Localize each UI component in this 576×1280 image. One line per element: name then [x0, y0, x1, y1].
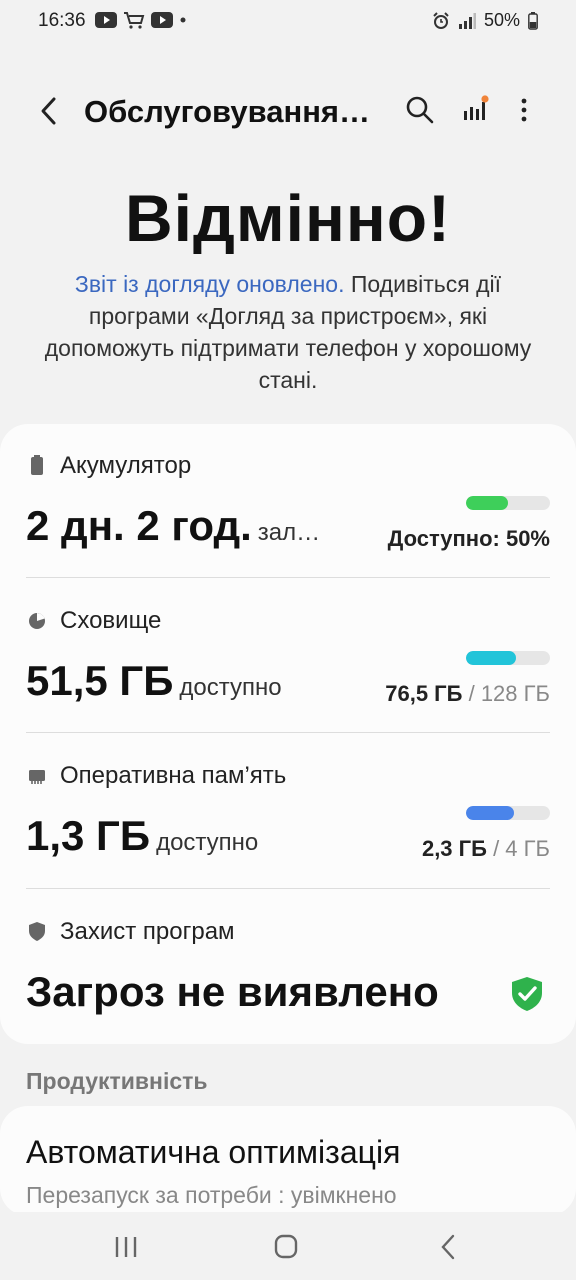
- storage-total: / 128 ГБ: [468, 681, 550, 706]
- hero-description: Звіт із догляду оновлено. Подивіться дії…: [30, 268, 546, 396]
- battery-bar: [466, 496, 550, 510]
- battery-bar-fill: [466, 496, 508, 510]
- productivity-header: Продуктивність: [26, 1068, 208, 1094]
- ram-bar: [466, 806, 550, 820]
- home-icon[interactable]: [266, 1230, 306, 1264]
- storage-value: 51,5 ГБ доступно: [26, 657, 282, 705]
- back-arrow-icon[interactable]: [34, 94, 66, 128]
- storage-available: 51,5 ГБ: [26, 657, 174, 704]
- shield-icon: [29, 922, 45, 941]
- cart-icon: [124, 12, 145, 29]
- battery-label: Акумулятор: [60, 452, 192, 479]
- alarm-icon: [433, 11, 449, 29]
- battery-status-text: Доступно: 50%: [387, 526, 550, 551]
- battery-icon: [31, 455, 43, 475]
- battery-suffix: зал…: [257, 519, 321, 546]
- status-headline: Відмінно!: [124, 181, 452, 255]
- navigation-bar: [0, 1212, 576, 1280]
- ram-usage: 2,3 ГБ / 4 ГБ: [422, 836, 550, 862]
- protection-label: Захист програм: [60, 918, 235, 945]
- auto-optimization-card[interactable]: Автоматична оптимізація Перезапуск за по…: [0, 1106, 576, 1216]
- protection-status: Загроз не виявлено: [26, 968, 439, 1015]
- storage-section[interactable]: Сховище 51,5 ГБ доступно 76,5 ГБ / 128 ГБ: [26, 607, 550, 735]
- signal-icon: [458, 12, 476, 29]
- divider: [26, 732, 550, 733]
- auto-optimization-subtitle: Перезапуск за потреби : увімкнено: [26, 1182, 397, 1208]
- recent-apps-icon[interactable]: [106, 1230, 146, 1264]
- battery-time: 2 дн. 2 год.: [26, 502, 252, 549]
- back-icon[interactable]: [428, 1230, 468, 1264]
- storage-bar-fill: [466, 651, 517, 665]
- youtube-icon: [151, 12, 173, 28]
- ram-available: 1,3 ГБ: [26, 812, 151, 859]
- ram-total: / 4 ГБ: [493, 836, 550, 861]
- storage-pie-icon: [29, 613, 45, 629]
- protection-section[interactable]: Захист програм Загроз не виявлено: [26, 918, 550, 1028]
- youtube-icon: [95, 12, 117, 28]
- ram-bar-fill: [466, 806, 514, 820]
- status-bar: 16:36 50%: [0, 0, 576, 42]
- ram-suffix: доступно: [156, 829, 259, 856]
- ram-section[interactable]: Оперативна пам’ять 1,3 ГБ доступно 2,3 ГБ…: [26, 762, 550, 890]
- battery-percent: 50%: [483, 10, 520, 30]
- report-link[interactable]: Звіт із догляду оновлено.: [75, 271, 345, 297]
- storage-usage: 76,5 ГБ / 128 ГБ: [385, 681, 550, 707]
- report-icon[interactable]: [460, 94, 492, 126]
- battery-status: Доступно: 50%: [388, 526, 550, 552]
- status-time: 16:36: [38, 10, 86, 31]
- ram-used: 2,3 ГБ: [421, 836, 487, 861]
- dot-icon: [180, 17, 186, 23]
- shield-check-icon: [512, 977, 542, 1011]
- hero-section: Відмінно!: [0, 180, 576, 256]
- memory-chip-icon: [29, 770, 45, 784]
- storage-used: 76,5 ГБ: [385, 681, 463, 706]
- divider: [26, 888, 550, 889]
- battery-icon: [528, 11, 538, 30]
- auto-optimization-title: Автоматична оптимізація: [26, 1134, 401, 1170]
- storage-suffix: доступно: [179, 674, 282, 701]
- search-icon[interactable]: [404, 94, 436, 126]
- more-options-icon[interactable]: [508, 94, 540, 126]
- status-right: 50%: [432, 10, 538, 31]
- ram-value: 1,3 ГБ доступно: [26, 812, 258, 860]
- page-title: Обслуговування…: [84, 94, 371, 129]
- storage-bar: [466, 651, 550, 665]
- battery-section[interactable]: Акумулятор 2 дн. 2 год. зал… Доступно: 50…: [26, 452, 550, 580]
- ram-label: Оперативна пам’ять: [60, 762, 287, 789]
- app-bar: Обслуговування…: [0, 80, 576, 144]
- device-status-card: Акумулятор 2 дн. 2 год. зал… Доступно: 50…: [0, 424, 576, 1044]
- divider: [26, 577, 550, 578]
- notification-icons: [95, 11, 187, 29]
- battery-value: 2 дн. 2 год. зал…: [26, 502, 320, 550]
- storage-label: Сховище: [60, 607, 162, 634]
